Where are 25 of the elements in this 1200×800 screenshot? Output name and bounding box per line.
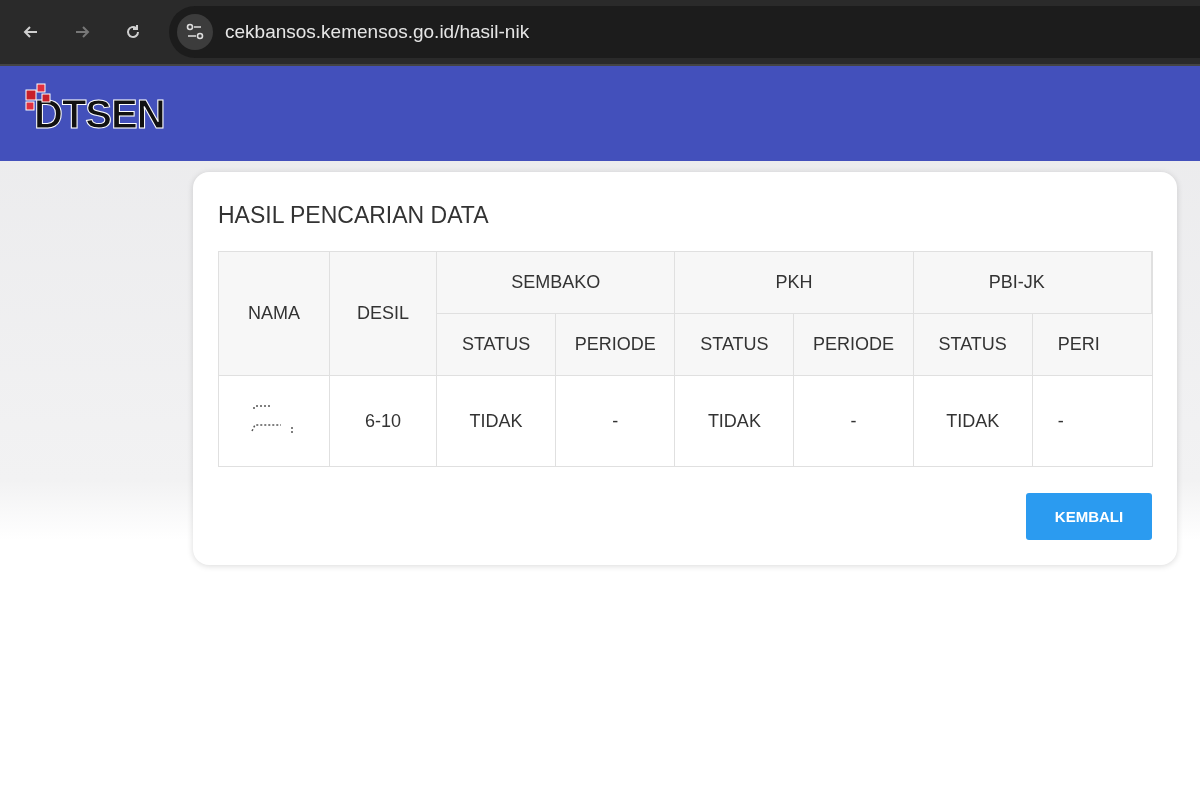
reload-icon[interactable] <box>124 23 142 41</box>
group-header: PBI-JK <box>913 251 1152 314</box>
table-cell: TIDAK <box>436 375 556 467</box>
column-header: NAMA <box>218 251 330 376</box>
url-text: cekbansos.kemensos.go.id/hasil-nik <box>225 21 530 43</box>
table-cell: - <box>793 375 914 467</box>
column-header: PERIODE <box>555 313 675 376</box>
table-cell: TIDAK <box>913 375 1033 467</box>
column-header: PERIODE <box>793 313 914 376</box>
column-header: STATUS <box>913 313 1033 376</box>
table-cell: - <box>555 375 675 467</box>
table-cell: TIDAK <box>674 375 794 467</box>
group-header: PKH <box>674 251 914 314</box>
column-header: DESIL <box>329 251 437 376</box>
column-header: STATUS <box>674 313 794 376</box>
group-header: SEMBAKO <box>436 251 675 314</box>
address-bar[interactable]: cekbansos.kemensos.go.id/hasil-nik <box>169 6 1200 58</box>
back-button[interactable]: KEMBALI <box>1026 493 1152 540</box>
table-cell: 6-10 <box>329 375 437 467</box>
column-header: PERI <box>1032 313 1152 376</box>
logo-text: DTSEN <box>34 92 165 136</box>
site-settings-icon[interactable] <box>177 14 213 50</box>
column-header: STATUS <box>436 313 556 376</box>
card-title: HASIL PENCARIAN DATA <box>218 202 490 229</box>
logo[interactable]: DTSEN <box>24 82 165 137</box>
